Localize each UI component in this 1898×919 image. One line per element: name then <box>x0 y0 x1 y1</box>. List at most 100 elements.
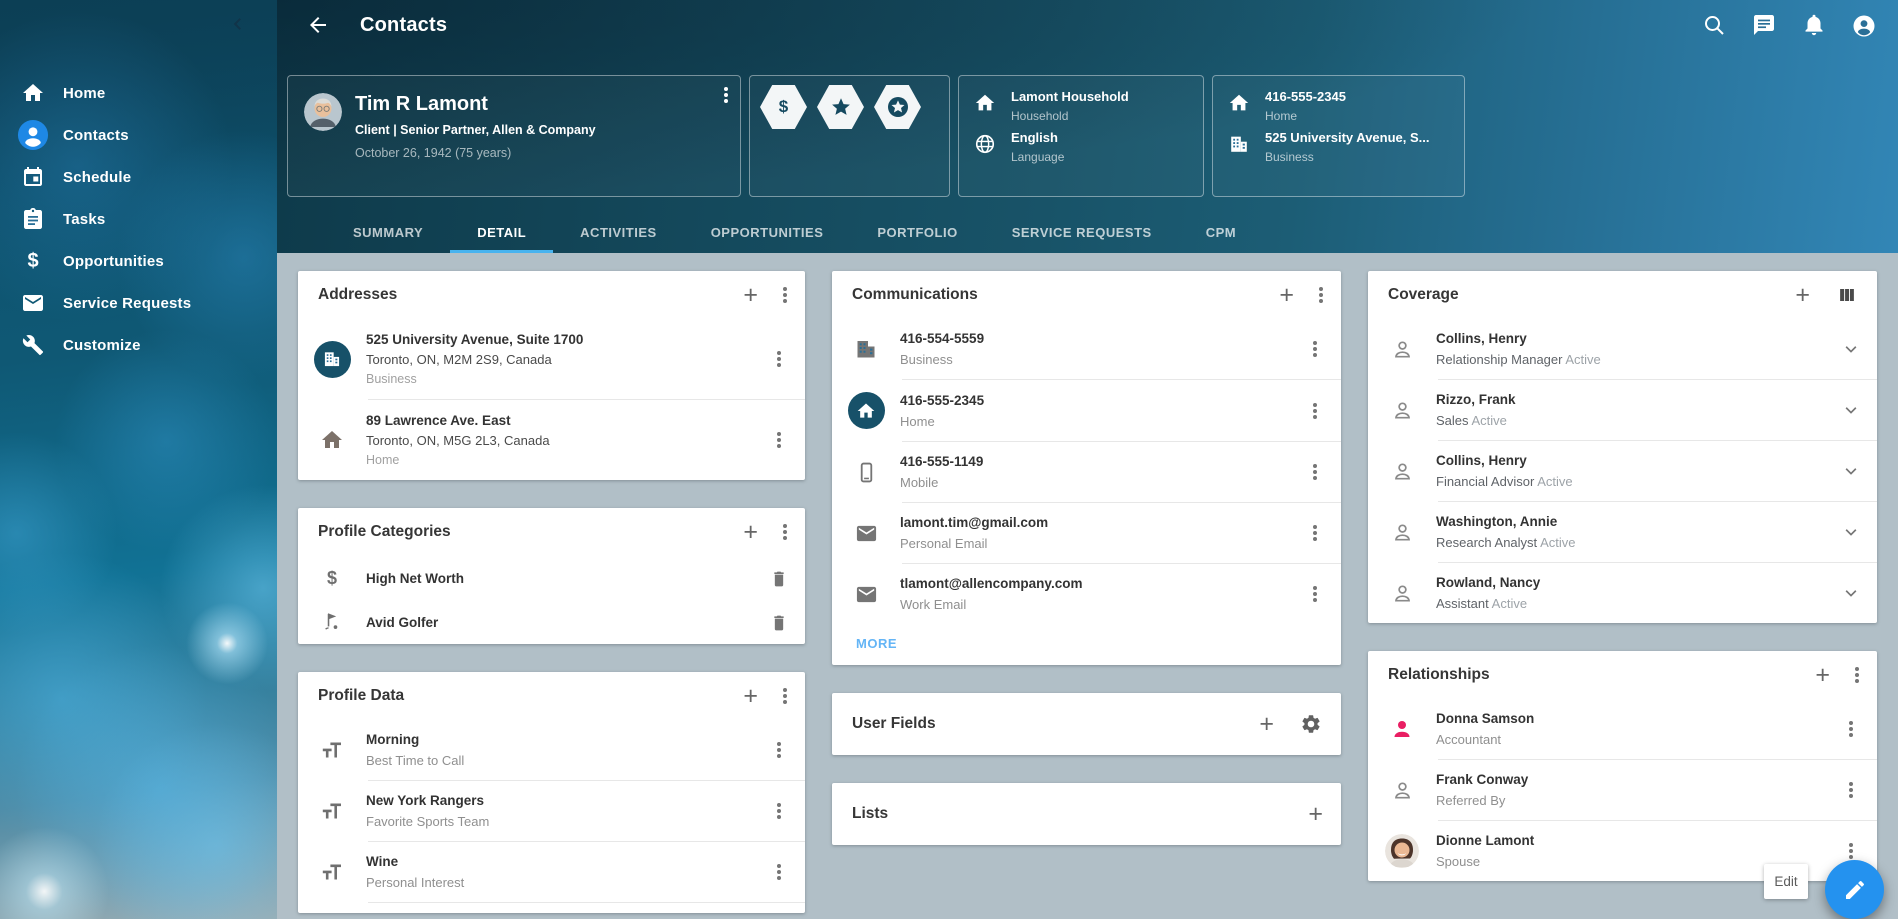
sidebar-item-home[interactable]: Home <box>0 72 277 114</box>
relationship-name: Dionne Lamont <box>1436 833 1825 848</box>
relationships-menu-icon[interactable] <box>1855 673 1859 677</box>
delete-category-button[interactable] <box>753 568 805 588</box>
communication-row-menu-icon[interactable] <box>1313 409 1317 413</box>
coverage-name: Rowland, Nancy <box>1436 575 1825 590</box>
edit-fab-button[interactable] <box>1825 860 1884 919</box>
profile-data-value: New York Rangers <box>366 793 753 808</box>
household-row[interactable]: Lamont Household Household <box>974 89 1203 123</box>
tab-service-requests[interactable]: SERVICE REQUESTS <box>985 211 1179 253</box>
communications-menu-icon[interactable] <box>1319 293 1323 297</box>
address-row-menu-icon[interactable] <box>777 357 781 361</box>
sidebar-item-service-requests[interactable]: Service Requests <box>0 282 277 324</box>
tab-cpm[interactable]: CPM <box>1179 211 1263 253</box>
primary-address: 525 University Avenue, S... <box>1265 130 1430 145</box>
profile-data-row-menu-icon[interactable] <box>777 809 781 813</box>
address-row-menu-icon[interactable] <box>777 438 781 442</box>
language-value: English <box>1011 130 1064 145</box>
coverage-row: Washington, Annie Research Analyst Activ… <box>1368 502 1877 562</box>
email-icon <box>832 583 900 606</box>
chevron-down-icon <box>1841 400 1861 420</box>
communication-row-menu-icon[interactable] <box>1313 531 1317 535</box>
tab-opportunities[interactable]: OPPORTUNITIES <box>684 211 851 253</box>
sidebar-item-label: Home <box>63 85 105 102</box>
primary-address-label: Business <box>1265 150 1430 164</box>
add-address-button[interactable]: + <box>743 285 758 305</box>
tab-detail[interactable]: DETAIL <box>450 211 553 253</box>
communication-value: 416-555-1149 <box>900 454 1289 469</box>
relationship-row-menu-icon[interactable] <box>1849 788 1853 792</box>
sidebar-collapse-button[interactable] <box>227 13 249 35</box>
coverage-expand-button[interactable] <box>1825 583 1877 603</box>
coverage-row: Rowland, Nancy Assistant Active <box>1368 563 1877 623</box>
profile-data-row-menu-icon[interactable] <box>777 748 781 752</box>
account-icon[interactable] <box>1852 13 1876 37</box>
communications-more-link[interactable]: MORE <box>832 624 1341 665</box>
coverage-expand-button[interactable] <box>1825 522 1877 542</box>
add-communication-button[interactable]: + <box>1279 285 1294 305</box>
address-row: 525 University Avenue, Suite 1700 Toront… <box>298 319 805 399</box>
contact-text-block: Tim R Lamont Client | Senior Partner, Al… <box>355 93 596 196</box>
primary-phone: 416-555-2345 <box>1265 89 1346 104</box>
sidebar: Home Contacts Schedule Tasks <box>0 0 277 919</box>
dollar-icon: $ <box>298 568 366 589</box>
detail-content[interactable]: Addresses + 525 University Avenue, Suite… <box>277 253 1898 919</box>
language-label: Language <box>1011 150 1064 164</box>
search-icon[interactable] <box>1702 13 1726 37</box>
profile-data-row-menu-icon[interactable] <box>777 870 781 874</box>
add-coverage-button[interactable]: + <box>1795 285 1810 305</box>
communication-row-menu-icon[interactable] <box>1313 470 1317 474</box>
address-type: Business <box>366 372 753 386</box>
add-relationship-button[interactable]: + <box>1815 665 1830 685</box>
tab-activities[interactable]: ACTIVITIES <box>553 211 684 253</box>
addresses-menu-icon[interactable] <box>783 293 787 297</box>
sidebar-item-schedule[interactable]: Schedule <box>0 156 277 198</box>
chat-icon[interactable] <box>1752 13 1776 37</box>
user-fields-settings-icon[interactable] <box>1299 712 1323 736</box>
profile-data-value: Morning <box>366 732 753 747</box>
coverage-expand-button[interactable] <box>1825 461 1877 481</box>
communication-label: Mobile <box>900 475 1289 490</box>
profile-data-menu-icon[interactable] <box>783 694 787 698</box>
relationship-row: Frank Conway Referred By <box>1368 760 1877 820</box>
contact-more-menu-icon[interactable] <box>724 93 728 97</box>
person-outline-icon <box>1368 399 1436 422</box>
profile-category-row: Avid Golfer <box>298 600 805 644</box>
relationship-row-menu-icon[interactable] <box>1849 849 1853 853</box>
sidebar-item-customize[interactable]: Customize <box>0 324 277 366</box>
sidebar-item-contacts[interactable]: Contacts <box>0 114 277 156</box>
relationship-row-menu-icon[interactable] <box>1849 727 1853 731</box>
profile-categories-card: Profile Categories + $ High Net Worth A <box>298 508 805 644</box>
notifications-icon[interactable] <box>1802 13 1826 37</box>
building-icon <box>832 337 900 361</box>
card-title: User Fields <box>852 715 936 733</box>
add-profile-data-button[interactable]: + <box>743 686 758 706</box>
sidebar-item-tasks[interactable]: Tasks <box>0 198 277 240</box>
add-list-button[interactable]: + <box>1308 804 1323 824</box>
delete-category-button[interactable] <box>753 612 805 632</box>
tab-portfolio[interactable]: PORTFOLIO <box>850 211 984 253</box>
person-outline-icon <box>1368 338 1436 361</box>
address-line1: 89 Lawrence Ave. East <box>366 413 753 428</box>
communication-row-menu-icon[interactable] <box>1313 347 1317 351</box>
tab-summary[interactable]: SUMMARY <box>326 211 450 253</box>
coverage-expand-button[interactable] <box>1825 400 1877 420</box>
relationship-role: Accountant <box>1436 732 1825 747</box>
user-fields-card: User Fields + <box>832 693 1341 755</box>
contact-avatar <box>304 93 342 131</box>
profile-categories-menu-icon[interactable] <box>783 530 787 534</box>
sidebar-item-label: Contacts <box>63 127 129 144</box>
coverage-name: Rizzo, Frank <box>1436 392 1825 407</box>
add-user-field-button[interactable]: + <box>1259 714 1274 734</box>
communication-value: 416-555-2345 <box>900 393 1289 408</box>
back-arrow-icon[interactable] <box>306 13 330 37</box>
communication-label: Business <box>900 352 1289 367</box>
coverage-expand-button[interactable] <box>1825 339 1877 359</box>
communication-row-menu-icon[interactable] <box>1313 592 1317 596</box>
coverage-card: Coverage + Collins, Henry Relationship M… <box>1368 271 1877 623</box>
add-profile-category-button[interactable]: + <box>743 522 758 542</box>
coverage-columns-icon[interactable] <box>1835 283 1859 307</box>
sidebar-item-opportunities[interactable]: $ Opportunities <box>0 240 277 282</box>
star-circle-icon <box>886 95 910 119</box>
communication-label: Home <box>900 414 1289 429</box>
profile-data-label: Favorite Sports Team <box>366 814 753 829</box>
